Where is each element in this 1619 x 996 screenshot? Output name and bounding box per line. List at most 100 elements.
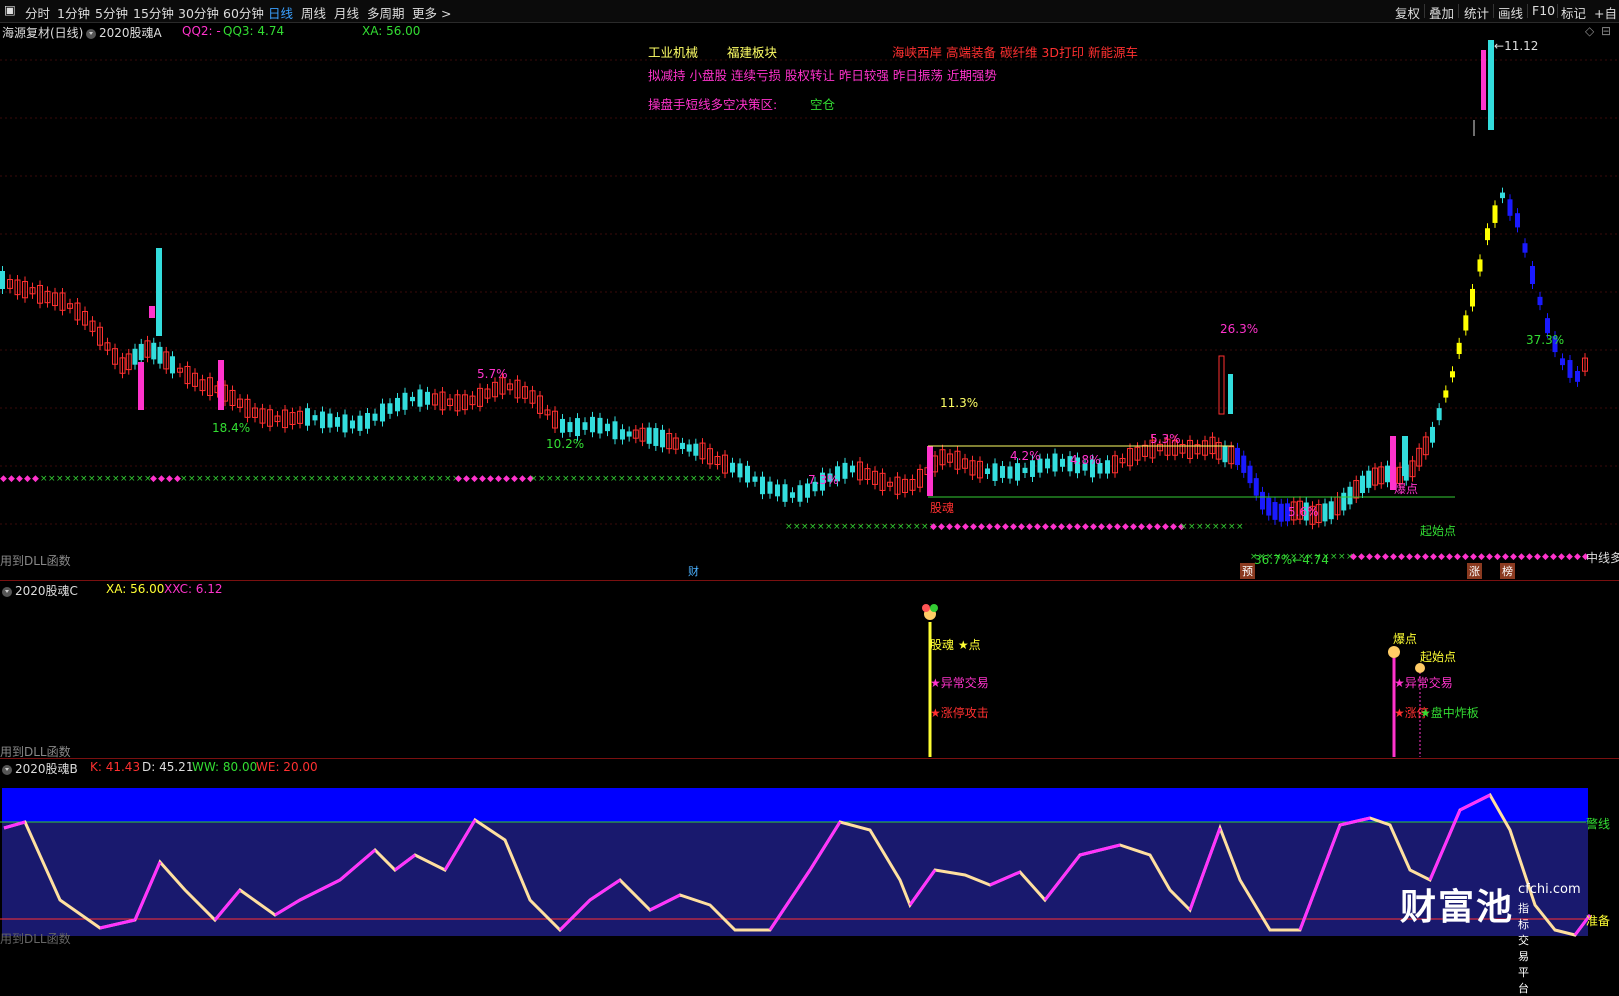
candle-body bbox=[1463, 315, 1469, 331]
signal-dot: × bbox=[308, 474, 316, 484]
candle-body bbox=[1328, 501, 1334, 520]
signal-dot: ◆ bbox=[455, 474, 462, 484]
tab-15min[interactable]: 15分钟 bbox=[133, 3, 174, 22]
brand-name: 财富池 bbox=[1400, 887, 1515, 928]
signal-dot: × bbox=[268, 474, 276, 484]
indicator-b-selector[interactable]: 2020股魂B bbox=[2, 760, 78, 777]
fuquan-button[interactable]: 复权 bbox=[1395, 3, 1420, 22]
dll-note-b: 用到DLL函数 bbox=[0, 932, 71, 946]
signal-dot: ◆ bbox=[166, 474, 173, 484]
signal-dot: × bbox=[332, 474, 340, 484]
candle-body bbox=[1545, 318, 1550, 334]
candle-body bbox=[1347, 486, 1353, 505]
rank-chip[interactable]: 榜 bbox=[1500, 563, 1515, 579]
mark-button[interactable]: 标记 bbox=[1561, 3, 1586, 22]
tab-monthly[interactable]: 月线 bbox=[334, 3, 359, 22]
signal-dot: ◆ bbox=[1390, 552, 1397, 562]
pct-label-26-3: 26.3% bbox=[1220, 322, 1259, 336]
candle-body bbox=[567, 422, 573, 433]
add-button[interactable]: +自 bbox=[1594, 3, 1617, 22]
signal-dot: × bbox=[865, 522, 873, 532]
tab-more[interactable]: 更多 > bbox=[412, 3, 451, 22]
signal-dot: ◆ bbox=[8, 474, 15, 484]
baodian-marker: 爆点 bbox=[1394, 482, 1419, 496]
xa-c-value: XA: 56.00 bbox=[106, 582, 165, 596]
candle-body bbox=[680, 442, 685, 450]
signal-dot: × bbox=[873, 522, 881, 532]
candle-body bbox=[1105, 460, 1110, 474]
signal-dot: ◆ bbox=[495, 474, 502, 484]
tab-1min[interactable]: 1分钟 bbox=[57, 3, 90, 22]
candle-body bbox=[1450, 371, 1455, 378]
signal-dot: × bbox=[292, 474, 300, 484]
candle-body bbox=[626, 431, 632, 437]
candle-body bbox=[151, 342, 157, 360]
tab-30min[interactable]: 30分钟 bbox=[178, 3, 219, 22]
signal-dot: × bbox=[1228, 522, 1236, 532]
guhun-marker: 股魂 bbox=[930, 501, 955, 515]
signal-dot: ◆ bbox=[1438, 552, 1445, 562]
candle-body bbox=[170, 356, 175, 374]
candle-body bbox=[1007, 466, 1013, 479]
signal-dot: × bbox=[236, 474, 244, 484]
signal-dot: × bbox=[104, 474, 112, 484]
finance-chip[interactable]: 财 bbox=[686, 563, 701, 579]
signal-dot: × bbox=[1220, 522, 1228, 532]
signal-dot: × bbox=[809, 522, 817, 532]
tab-multi-period[interactable]: 多周期 bbox=[367, 3, 405, 22]
candle-body bbox=[1272, 502, 1278, 520]
overlay-button[interactable]: 叠加 bbox=[1429, 3, 1454, 22]
candle-body bbox=[425, 391, 430, 405]
signal-dot: × bbox=[849, 522, 857, 532]
indicator-c-selector[interactable]: 2020股魂C bbox=[2, 582, 78, 599]
signal-dot: ◆ bbox=[1558, 552, 1565, 562]
forecast-chip[interactable]: 预 bbox=[1240, 563, 1255, 579]
tab-daily[interactable]: 日线 bbox=[268, 3, 293, 22]
rise-chip[interactable]: 涨 bbox=[1467, 563, 1482, 579]
qishidian-marker: 起始点 bbox=[1420, 524, 1457, 538]
f10-button[interactable]: F10 bbox=[1532, 3, 1555, 18]
candle-body bbox=[1241, 455, 1247, 473]
signal-dot: × bbox=[666, 474, 674, 484]
signal-dot: × bbox=[889, 522, 897, 532]
candle-body bbox=[605, 423, 610, 432]
candle-body bbox=[1060, 458, 1065, 467]
signal-dot: × bbox=[578, 474, 586, 484]
candle-body bbox=[745, 465, 750, 483]
signal-dot: ◆ bbox=[487, 474, 494, 484]
balloon-icon bbox=[930, 604, 938, 612]
candle-body bbox=[335, 417, 340, 427]
panel-divider bbox=[0, 580, 1619, 581]
signal-dot: ◆ bbox=[1042, 522, 1049, 532]
signal-dot: × bbox=[120, 474, 128, 484]
signal-dot: × bbox=[380, 474, 388, 484]
tab-weekly[interactable]: 周线 bbox=[301, 3, 326, 22]
signal-dot: ◆ bbox=[1574, 552, 1581, 562]
pct-label-4-2: 4.2% bbox=[1010, 449, 1041, 463]
signal-dot: ◆ bbox=[1366, 552, 1373, 562]
tab-fenshi[interactable]: 分时 bbox=[25, 3, 50, 22]
pct-label-5-3: 5.3% bbox=[1150, 432, 1181, 446]
draw-line-button[interactable]: 画线 bbox=[1498, 3, 1523, 22]
tall-candle bbox=[1402, 436, 1408, 476]
signal-dot: × bbox=[324, 474, 332, 484]
signal-dot: ◆ bbox=[1494, 552, 1501, 562]
signal-dot: ◆ bbox=[1398, 552, 1405, 562]
signal-dot: × bbox=[538, 474, 546, 484]
signal-dot: × bbox=[674, 474, 682, 484]
signal-dot: × bbox=[690, 474, 698, 484]
signal-dot: ◆ bbox=[479, 474, 486, 484]
watermark-logo: 财富池 cfchi.com 指标交易平台 bbox=[1400, 878, 1581, 995]
signal-dot: × bbox=[594, 474, 602, 484]
signal-dot: × bbox=[356, 474, 364, 484]
signal-dot: × bbox=[825, 522, 833, 532]
candle-body bbox=[342, 414, 348, 433]
signal-dot: × bbox=[40, 474, 48, 484]
menu-icon[interactable]: ▣ bbox=[4, 2, 16, 17]
stats-button[interactable]: 统计 bbox=[1464, 3, 1489, 22]
signal-dot: × bbox=[316, 474, 324, 484]
candle-body bbox=[850, 465, 855, 473]
tab-5min[interactable]: 5分钟 bbox=[95, 3, 128, 22]
tab-60min[interactable]: 60分钟 bbox=[223, 3, 264, 22]
candle-body bbox=[1477, 259, 1483, 272]
